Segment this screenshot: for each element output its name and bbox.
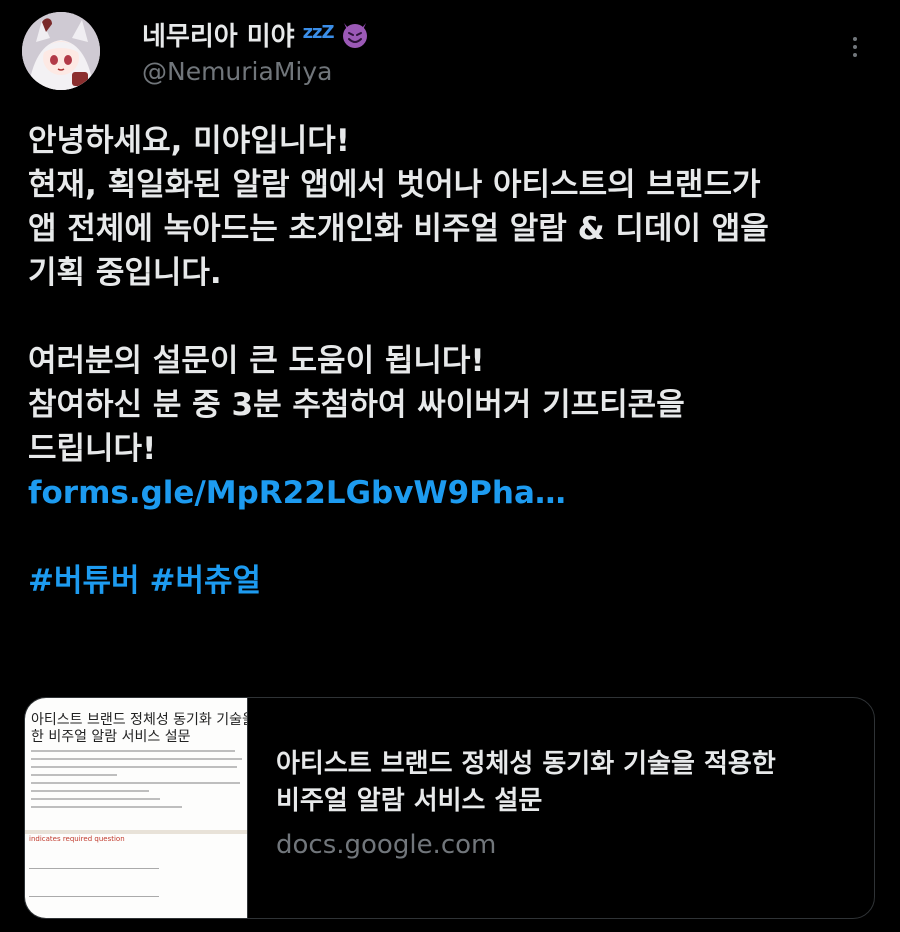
dot-icon (853, 37, 857, 41)
display-name[interactable]: 네무리아 미야 (142, 16, 295, 53)
card-domain: docs.google.com (276, 830, 497, 860)
tweet-line: 기획 중입니다. (28, 255, 222, 291)
tweet-line: 여러분의 설문이 큰 도움이 됩니다! (28, 343, 485, 379)
card-body: 아티스트 브랜드 정체성 동기화 기술을 적용한 비주얼 알람 서비스 설문 d… (248, 698, 776, 918)
hashtag-virtual[interactable]: #버츄얼 (150, 563, 262, 599)
more-options-button[interactable] (838, 30, 872, 64)
user-handle[interactable]: @NemuriaMiya (142, 57, 332, 86)
tweet-line: 참여하신 분 중 3분 추첨하여 싸이버거 기프티콘을 (28, 387, 685, 423)
sleep-badge: zzZ (302, 21, 335, 43)
card-thumbnail: 아티스트 브랜드 정체성 동기화 기술을 한 비주얼 알람 서비스 설문 ind… (25, 698, 248, 918)
thumbnail-divider (25, 830, 247, 834)
dot-icon (853, 45, 857, 49)
tweet-line: 드립니다! (28, 431, 157, 467)
tweet-line: 앱 전체에 녹아드는 초개인화 비주얼 알람 & 디데이 앱을 (28, 211, 769, 247)
dot-icon (853, 53, 857, 57)
survey-link[interactable]: forms.gle/MpR22LGbvW9Pha… (28, 475, 566, 511)
tweet-line: 안녕하세요, 미야입니다! (28, 123, 350, 159)
smiling-devil-icon (342, 23, 367, 48)
tweet-line: 현재, 획일화된 알람 앱에서 벗어나 아티스트의 브랜드가 (28, 167, 761, 203)
anime-avatar-icon (22, 12, 100, 90)
thumbnail-body-lines (31, 750, 246, 814)
thumbnail-title: 아티스트 브랜드 정체성 동기화 기술을 한 비주얼 알람 서비스 설문 (31, 712, 248, 745)
link-preview-card[interactable]: 아티스트 브랜드 정체성 동기화 기술을 한 비주얼 알람 서비스 설문 ind… (24, 697, 875, 919)
hashtag-vtuber[interactable]: #버튜버 (28, 563, 140, 599)
thumbnail-field (29, 868, 159, 869)
author-name-row: 네무리아 미야 zzZ (142, 14, 370, 54)
avatar[interactable] (22, 12, 100, 90)
thumbnail-field (29, 896, 159, 897)
card-title: 아티스트 브랜드 정체성 동기화 기술을 적용한 비주얼 알람 서비스 설문 (276, 749, 776, 816)
tweet-body: 안녕하세요, 미야입니다! 현재, 획일화된 알람 앱에서 벗어나 아티스트의 … (28, 119, 878, 603)
thumbnail-required-note: indicates required question (29, 835, 125, 843)
